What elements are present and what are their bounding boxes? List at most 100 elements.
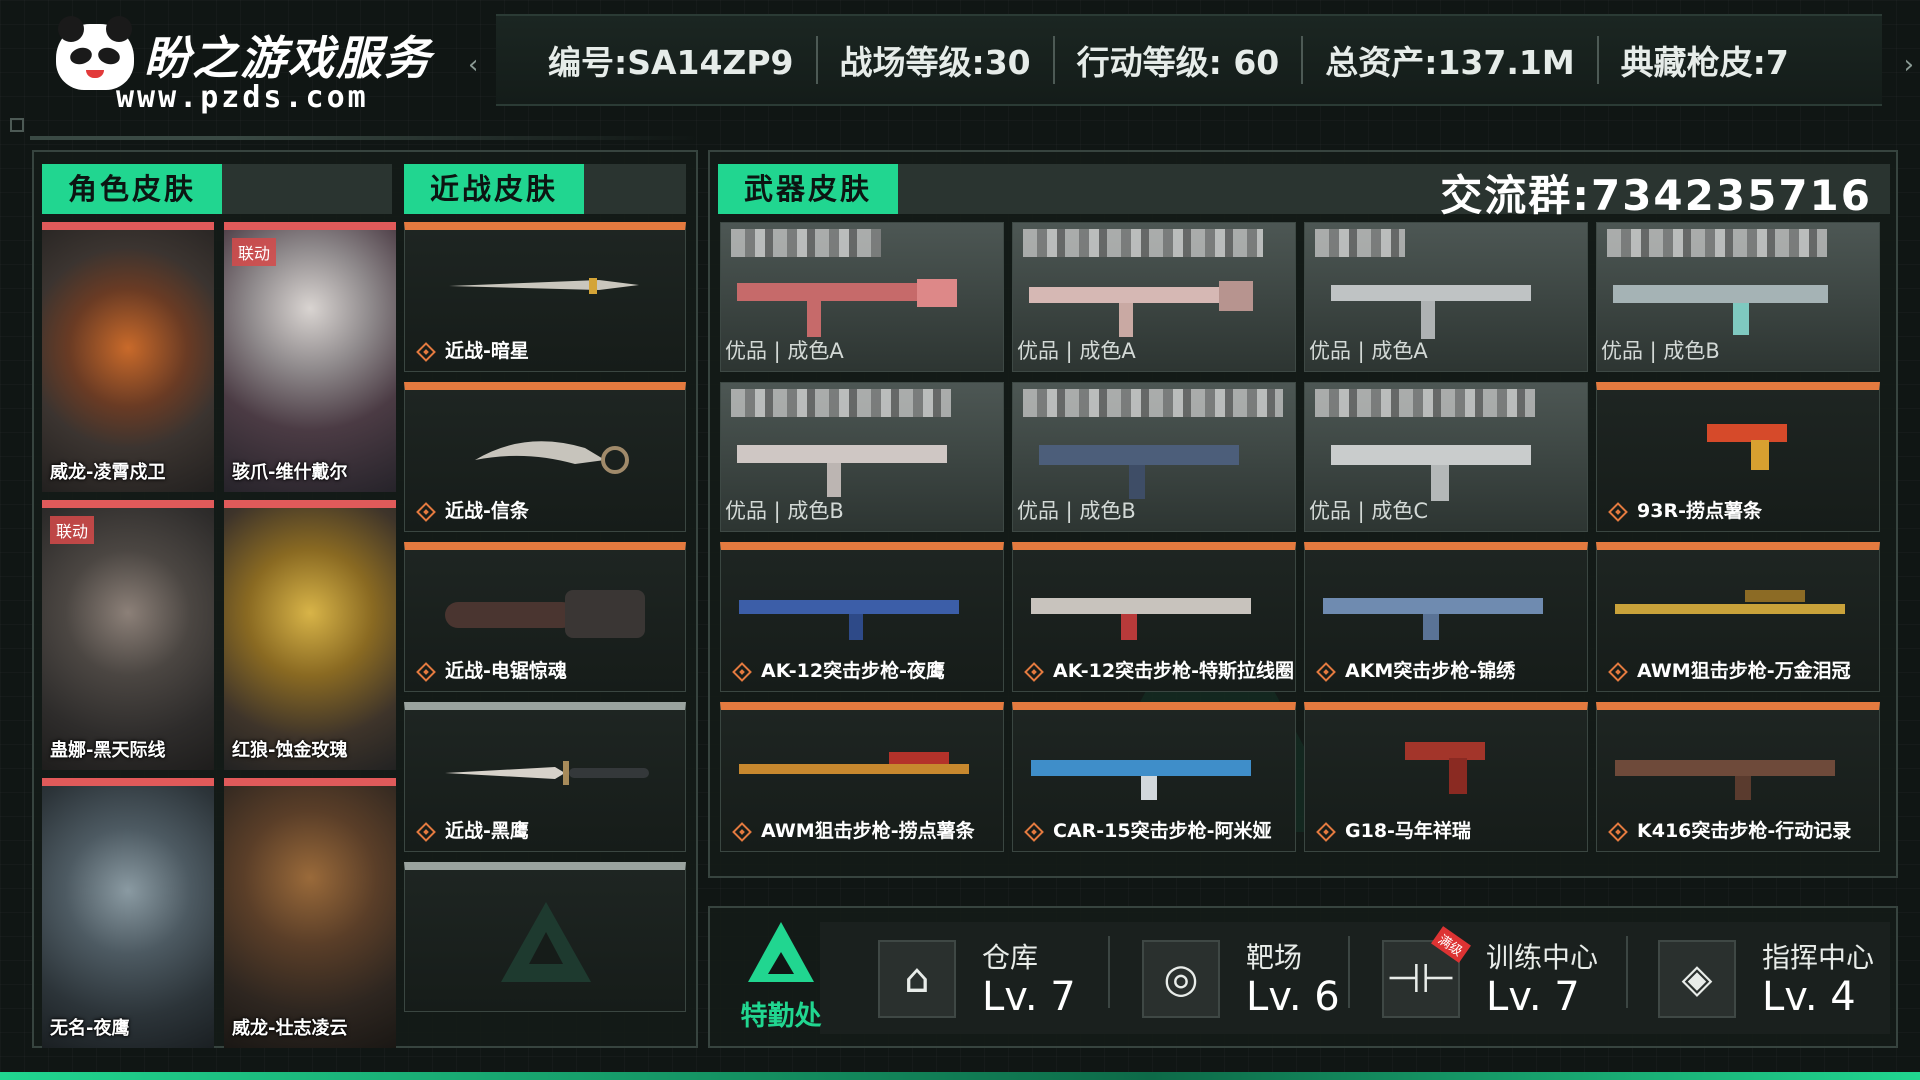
weapon-name: AK-12突击步枪-特斯拉线圈 — [1053, 660, 1294, 682]
stat-total-assets: 总资产:137.1M — [1301, 36, 1596, 84]
facility-level: Lv. 7 — [1486, 974, 1580, 1020]
weapon-card[interactable]: AWM狙击步枪-捞点薯条 — [720, 702, 1004, 852]
weapon-card[interactable]: AK-12突击步枪-特斯拉线圈 — [1012, 542, 1296, 692]
graded-gun-card[interactable]: 优品 | 成色C — [1304, 382, 1588, 532]
rifle-icon — [1331, 285, 1531, 339]
logo-title: 盼之游戏服务 — [144, 31, 432, 85]
weapon-card[interactable]: K416突击步枪-行动记录 — [1596, 702, 1880, 852]
empty-slot-logo-icon — [501, 902, 591, 982]
melee-card[interactable]: 近战-黑鹰 — [404, 702, 686, 852]
character-portrait — [42, 786, 214, 1048]
character-name: 红狼-蚀金玫瑰 — [232, 740, 348, 761]
weapon-name: G18-马年祥瑞 — [1345, 820, 1471, 842]
warehouse-icon: ⌂ — [878, 940, 956, 1018]
gun-grade: 优品 | 成色B — [725, 499, 844, 523]
bottom-accent-line — [0, 1072, 1920, 1080]
karambit-icon — [475, 441, 629, 474]
chainsaw-icon — [445, 590, 645, 638]
rarity-diamond-icon — [416, 662, 436, 682]
melee-card[interactable]: 近战-电锯惊魂 — [404, 542, 686, 692]
rarity-diamond-icon — [1024, 822, 1044, 842]
rarity-diamond-icon — [1608, 502, 1628, 522]
weapon-card[interactable]: AWM狙击步枪-万金泪冠 — [1596, 542, 1880, 692]
facility-training-center[interactable]: ⊣⊢ 满级 训练中心 Lv. 7 — [1354, 922, 1598, 1034]
weapon-name: AWM狙击步枪-捞点薯条 — [761, 820, 975, 842]
character-card[interactable]: 无名-夜鹰 — [42, 778, 214, 1048]
rifle-icon — [1331, 445, 1531, 501]
facility-name: 指挥中心 — [1762, 941, 1875, 974]
rifle-icon — [737, 445, 947, 497]
left-panel: 角色皮肤 近战皮肤 威龙-凌霄戍卫 联动 骇爪-维什戴尔 联动 蛊娜-黑天际线 … — [32, 150, 698, 1048]
character-name: 无名-夜鹰 — [50, 1018, 130, 1039]
character-card[interactable]: 红狼-蚀金玫瑰 — [224, 500, 396, 770]
melee-name: 近战-电锯惊魂 — [445, 660, 567, 682]
rarity-diamond-icon — [732, 822, 752, 842]
graded-gun-card[interactable]: 优品 | 成色A — [1304, 222, 1588, 372]
weapon-card[interactable]: CAR-15突击步枪-阿米娅 — [1012, 702, 1296, 852]
weapon-name: CAR-15突击步枪-阿米娅 — [1053, 820, 1272, 842]
sniper-icon — [739, 752, 969, 774]
group-contact: 交流群:734235716 — [1440, 171, 1872, 220]
weapon-card[interactable]: AK-12突击步枪-夜鹰 — [720, 542, 1004, 692]
special-ops-brand: 特勤处 — [726, 922, 836, 1034]
melee-card[interactable]: 近战-信条 — [404, 382, 686, 532]
knife-icon — [449, 278, 639, 294]
melee-skins-header: 近战皮肤 — [404, 164, 686, 214]
character-name: 威龙-壮志凌云 — [232, 1018, 348, 1039]
dagger-icon — [445, 761, 649, 785]
weapon-name: AKM突击步枪-锦绣 — [1345, 660, 1516, 682]
weapon-name: AK-12突击步枪-夜鹰 — [761, 660, 945, 682]
melee-name: 近战-黑鹰 — [445, 820, 529, 842]
account-stats-bar: ‹ 编号:SA14ZP9 战场等级:30 行动等级: 60 总资产:137.1M… — [468, 14, 1914, 106]
stat-collection-skins: 典藏枪皮:7 — [1596, 36, 1811, 84]
facility-name: 靶场 — [1246, 941, 1303, 974]
header-divider — [30, 136, 700, 140]
facility-divider — [1348, 936, 1350, 1008]
melee-name: 近战-暗星 — [445, 340, 529, 362]
character-skins-tab[interactable]: 角色皮肤 — [42, 164, 223, 214]
rifle-icon — [1613, 285, 1828, 335]
character-portrait — [224, 230, 396, 492]
character-card[interactable]: 联动 蛊娜-黑天际线 — [42, 500, 214, 770]
weapon-name: AWM狙击步枪-万金泪冠 — [1637, 660, 1851, 682]
chevron-right-icon[interactable]: › — [1904, 50, 1914, 80]
facility-level: Lv. 6 — [1246, 974, 1340, 1020]
facility-name: 训练中心 — [1486, 941, 1599, 974]
facility-shooting-range[interactable]: ◎ 靶场 Lv. 6 — [1114, 922, 1354, 1034]
melee-skins-tab[interactable]: 近战皮肤 — [404, 164, 585, 214]
character-card[interactable]: 威龙-壮志凌云 — [224, 778, 396, 1048]
character-portrait — [42, 230, 214, 492]
stat-operation-level: 行动等级: 60 — [1052, 36, 1302, 84]
character-name: 威龙-凌霄戍卫 — [50, 462, 166, 483]
rifle-icon — [1031, 598, 1251, 640]
weapon-card[interactable]: 93R-捞点薯条 — [1596, 382, 1880, 532]
weapon-card[interactable]: AKM突击步枪-锦绣 — [1304, 542, 1588, 692]
command-icon: ◈ — [1658, 940, 1736, 1018]
collab-badge: 联动 — [50, 516, 95, 544]
gun-grade: 优品 | 成色C — [1309, 499, 1429, 523]
facility-warehouse[interactable]: ⌂ 仓库 Lv. 7 — [850, 922, 1090, 1034]
graded-gun-card[interactable]: 优品 | 成色A — [1012, 222, 1296, 372]
graded-gun-card[interactable]: 优品 | 成色B — [1012, 382, 1296, 532]
rifle-icon — [1615, 760, 1835, 800]
graded-gun-card[interactable]: 优品 | 成色A — [720, 222, 1004, 372]
facility-level: Lv. 4 — [1762, 974, 1856, 1020]
facilities-panel: 特勤处 ⌂ 仓库 Lv. 7 ◎ 靶场 Lv. 6 ⊣⊢ 满级 训练中心 Lv.… — [708, 906, 1898, 1048]
rifle-icon — [1031, 760, 1251, 800]
stat-account-id: 编号:SA14ZP9 — [548, 43, 794, 82]
chevron-left-icon[interactable]: ‹ — [468, 50, 478, 80]
target-icon: ◎ — [1142, 940, 1220, 1018]
graded-gun-card[interactable]: 优品 | 成色B — [1596, 222, 1880, 372]
character-card[interactable]: 联动 骇爪-维什戴尔 — [224, 222, 396, 492]
character-card[interactable]: 威龙-凌霄戍卫 — [42, 222, 214, 492]
melee-card[interactable]: 近战-暗星 — [404, 222, 686, 372]
facility-command-center[interactable]: ◈ 指挥中心 Lv. 4 — [1630, 922, 1874, 1034]
weapon-card[interactable]: G18-马年祥瑞 — [1304, 702, 1588, 852]
graded-gun-card[interactable]: 优品 | 成色B — [720, 382, 1004, 532]
rarity-diamond-icon — [416, 502, 436, 522]
special-ops-logo-icon — [748, 922, 814, 982]
character-name: 蛊娜-黑天际线 — [50, 740, 166, 761]
gun-grade: 优品 | 成色A — [1309, 339, 1428, 363]
weapon-skins-tab[interactable]: 武器皮肤 — [718, 164, 899, 214]
pistol-icon — [1707, 424, 1787, 470]
